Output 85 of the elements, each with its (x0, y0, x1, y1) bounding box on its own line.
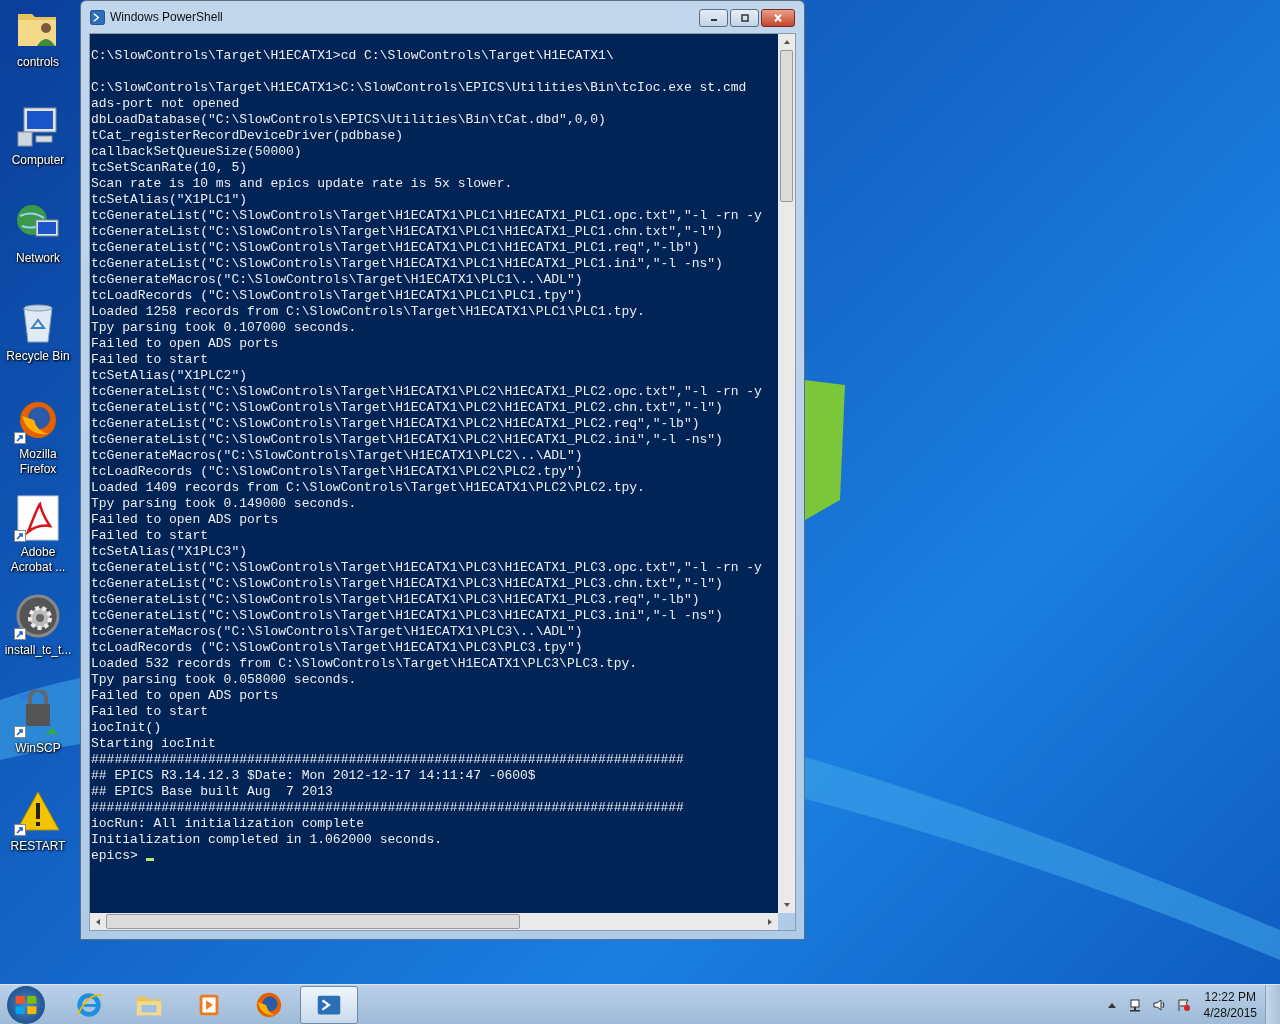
console-line: tcGenerateMacros("C:\SlowControls\Target\H1ECATX1\PLC2\..\ADL") (91, 448, 584, 464)
shortcut-arrow-icon (14, 824, 26, 836)
shortcut-arrow-icon (14, 530, 26, 542)
console-line: ## EPICS R3.14.12.3 $Date: Mon 2012-12-17 14:11:47 -0600$ (91, 768, 537, 784)
console-line: Loaded 1258 records from C:\SlowControls\Target\H1ECATX1\PLC1\PLC1.tpy. (91, 304, 646, 320)
scroll-thumb[interactable] (780, 50, 793, 202)
maximize-icon (738, 14, 751, 22)
clock-time[interactable]: 12:22 PM (1204, 988, 1256, 1005)
console-line: Failed to start (91, 528, 210, 544)
console-prompt: epics> (91, 848, 138, 864)
scroll-thumb[interactable] (106, 914, 520, 929)
console-line: Tpy parsing took 0.107000 seconds. (91, 320, 358, 336)
console-line: tcGenerateList("C:\SlowControls\Target\H1ECATX1\PLC3\H1ECATX1_PLC3.ini","-l -ns") (91, 608, 724, 624)
console-line: tcLoadRecords ("C:\SlowControls\Target\H1ECATX1\PLC3\PLC3.tpy") (91, 640, 584, 656)
console-line: tcGenerateMacros("C:\SlowControls\Target\H1ECATX1\PLC3\..\ADL") (91, 624, 584, 640)
console-line: Loaded 532 records from C:\SlowControls\Target\H1ECATX1\PLC3\PLC3.tpy. (91, 656, 639, 672)
console-line: tcGenerateList("C:\SlowControls\Target\H1ECATX1\PLC2\H1ECATX1_PLC2.opc.txt","-l -rn -y (91, 384, 763, 400)
up-arrow-icon[interactable] (782, 38, 791, 46)
console-line: tcGenerateMacros("C:\SlowControls\Target\H1ECATX1\PLC1\..\ADL") (91, 272, 584, 288)
speaker-icon[interactable] (1151, 996, 1168, 1013)
desktop-icon-label[interactable]: Mozilla Firefox (0, 447, 76, 477)
console-line: tcGenerateList("C:\SlowControls\Target\H1ECATX1\PLC2\H1ECATX1_PLC2.req","-lb") (91, 416, 701, 432)
desktop-icon-label[interactable]: RESTART (0, 839, 76, 854)
console-line: tcGenerateList("C:\SlowControls\Target\H1ECATX1\PLC3\H1ECATX1_PLC3.chn.txt","-l") (91, 576, 724, 592)
down-arrow-icon[interactable] (782, 901, 791, 909)
console-line: Failed to start (91, 704, 210, 720)
minimize-button[interactable] (699, 9, 728, 27)
close-button[interactable] (761, 9, 795, 27)
console-line: Failed to open ADS ports (91, 336, 280, 352)
console-line: tcGenerateList("C:\SlowControls\Target\H1ECATX1\PLC1\H1ECATX1_PLC1.opc.txt","-l -rn -y (91, 208, 763, 224)
desktop-icon-label[interactable]: Recycle Bin (0, 349, 76, 364)
left-arrow-icon[interactable] (94, 917, 102, 926)
gear-icon[interactable] (14, 592, 62, 640)
console-line: tcLoadRecords ("C:\SlowControls\Target\H1ECATX1\PLC1\PLC1.tpy") (91, 288, 584, 304)
console-line: tcGenerateList("C:\SlowControls\Target\H1ECATX1\PLC2\H1ECATX1_PLC2.ini","-l -ns") (91, 432, 724, 448)
desktop-icon-label[interactable]: controls (0, 55, 76, 70)
console-line: C:\SlowControls\Target\H1ECATX1>C:\SlowControls\EPICS\Utilities\Bin\tcIoc.exe st.cmd (91, 80, 748, 96)
console-line: C:\SlowControls\Target\H1ECATX1>cd C:\SlowControls\Target\H1ECATX1\ (91, 48, 615, 64)
console-line: tcSetScanRate(10, 5) (91, 160, 249, 176)
console-line: ############################################################################ (91, 800, 685, 816)
window-title: Windows PowerShell (110, 10, 224, 24)
document-icon[interactable] (14, 494, 62, 542)
console-line: tcGenerateList("C:\SlowControls\Target\H1ECATX1\PLC1\H1ECATX1_PLC1.ini","-l -ns") (91, 256, 724, 272)
taskbar-button[interactable] (300, 985, 358, 1024)
console-line: Starting iocInit (91, 736, 217, 752)
console-line: tcLoadRecords ("C:\SlowControls\Target\H1ECATX1\PLC2\PLC2.tpy") (91, 464, 584, 480)
console-line: ## EPICS Base built Aug 7 2013 (91, 784, 334, 800)
console-line: tcGenerateList("C:\SlowControls\Target\H1ECATX1\PLC2\H1ECATX1_PLC2.chn.txt","-l") (91, 400, 724, 416)
console-line: tcGenerateList("C:\SlowControls\Target\H1ECATX1\PLC3\H1ECATX1_PLC3.req","-lb") (91, 592, 701, 608)
close-icon (772, 14, 784, 22)
console-line: tcSetAlias("X1PLC2") (91, 368, 249, 384)
console-line: Failed to open ADS ports (91, 512, 280, 528)
console-line: Tpy parsing took 0.058000 seconds. (91, 672, 358, 688)
console-line: Failed to start (91, 352, 210, 368)
console-line: Scan rate is 10 ms and epics update rate is 5x slower. (91, 176, 514, 192)
desktop-icon-label[interactable]: WinSCP (0, 741, 76, 756)
console-line: tcGenerateList("C:\SlowControls\Target\H1ECATX1\PLC1\H1ECATX1_PLC1.chn.txt","-l") (91, 224, 724, 240)
console-line: tcGenerateList("C:\SlowControls\Target\H1ECATX1\PLC1\H1ECATX1_PLC1.req","-lb") (91, 240, 701, 256)
shortcut-arrow-icon (14, 628, 26, 640)
console-line: ############################################################################ (91, 752, 685, 768)
maximize-button[interactable] (730, 9, 759, 27)
flag-icon[interactable] (1175, 996, 1192, 1013)
console-line: tcGenerateList("C:\SlowControls\Target\H1ECATX1\PLC3\H1ECATX1_PLC3.opc.txt","-l -rn -y (91, 560, 763, 576)
console-line: Tpy parsing took 0.149000 seconds. (91, 496, 358, 512)
console-line: Initialization completed in 1.062000 seconds. (91, 832, 444, 848)
console-line: Failed to open ADS ports (91, 688, 280, 704)
right-arrow-icon[interactable] (766, 917, 774, 926)
console-line: tCat_registerRecordDeviceDriver(pdbbase) (91, 128, 405, 144)
desktop-icon-label[interactable]: Network (0, 251, 76, 266)
console-line: tcSetAlias("X1PLC3") (91, 544, 249, 560)
desktop-icon-label[interactable]: Computer (0, 153, 76, 168)
desktop-icon-label[interactable]: Adobe Acrobat ... (0, 545, 76, 575)
horizontal-scrollbar[interactable] (90, 913, 778, 930)
console-line: iocRun: All initialization complete (91, 816, 366, 832)
console-line: dbLoadDatabase("C:\SlowControls\EPICS\Utilities\Bin\tCat.dbd",0,0) (91, 112, 607, 128)
console-line: Loaded 1409 records from C:\SlowControls\Target\H1ECATX1\PLC2\PLC2.tpy. (91, 480, 646, 496)
desktop-icon-label[interactable]: install_tc_t... (0, 643, 76, 658)
console-line: callbackSetQueueSize(50000) (91, 144, 303, 160)
console-line: ads-port not opened (91, 96, 241, 112)
console-line: tcSetAlias("X1PLC1") (91, 192, 249, 208)
clock-date[interactable]: 4/28/2015 (1203, 1004, 1257, 1021)
vertical-scrollbar[interactable] (778, 34, 795, 913)
shortcut-arrow-icon (14, 726, 26, 738)
shortcut-arrow-icon (14, 432, 26, 444)
console-line: iocInit() (91, 720, 163, 736)
